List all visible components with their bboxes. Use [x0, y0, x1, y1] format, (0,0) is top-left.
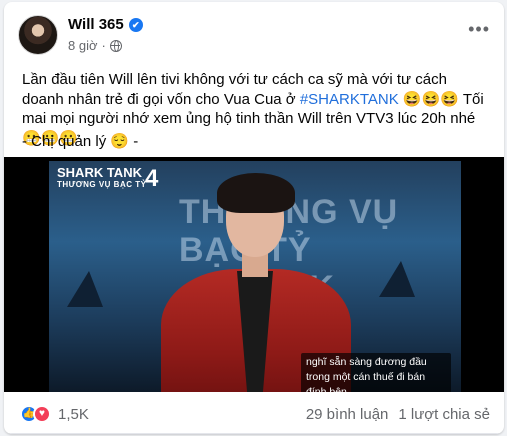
reaction-count[interactable]: 1,5K — [58, 406, 89, 423]
reactions-summary[interactable]: 👍 ♥ 1,5K — [20, 405, 89, 423]
shares-count-link[interactable]: 1 lượt chia sẻ — [398, 406, 490, 423]
shark-fin-left — [67, 271, 103, 307]
post-meta: 8 giờ · — [68, 38, 122, 53]
video-player[interactable]: THƯƠNG VỤ BẠC TỶ SHARK TANK SHARK TANK T… — [4, 157, 504, 392]
person-hair — [217, 173, 295, 213]
globe-icon[interactable] — [109, 39, 122, 52]
love-reaction-icon: ♥ — [33, 405, 51, 423]
post-card: Will 365 ✔ 8 giờ · ••• Lần đầu tiên Will… — [4, 2, 504, 434]
post-timestamp[interactable]: 8 giờ — [68, 38, 98, 53]
logo-season: 4 — [145, 165, 159, 192]
hashtag-link[interactable]: #SHARKTANK — [300, 91, 399, 108]
avatar[interactable] — [18, 15, 58, 55]
author-name[interactable]: Will 365 ✔ — [68, 16, 143, 33]
video-subtitle: nghĩ sẵn sàng đương đầu trong một cán th… — [301, 353, 451, 392]
show-logo: SHARK TANK THƯƠNG VỤ BẠC TỶ 4 — [57, 165, 158, 191]
meta-separator: · — [101, 38, 106, 53]
comments-count-link[interactable]: 29 bình luận — [306, 406, 389, 423]
more-options-button[interactable]: ••• — [468, 20, 490, 38]
shark-fin-right — [379, 261, 415, 297]
post-signature: - Chị quản lý 😌 - — [22, 133, 139, 150]
post-header: Will 365 ✔ 8 giờ · ••• — [4, 2, 504, 62]
author-label[interactable]: Will 365 — [68, 16, 124, 33]
logo-subtitle: THƯƠNG VỤ BẠC TỶ — [57, 180, 147, 189]
verified-badge-icon: ✔ — [128, 17, 143, 32]
logo-title: SHARK TANK — [57, 165, 142, 180]
engagement-stats: 29 bình luận 1 lượt chia sẻ — [306, 406, 490, 423]
video-frame[interactable]: THƯƠNG VỤ BẠC TỶ SHARK TANK SHARK TANK T… — [49, 161, 461, 392]
post-footer: 👍 ♥ 1,5K 29 bình luận 1 lượt chia sẻ — [4, 392, 504, 434]
